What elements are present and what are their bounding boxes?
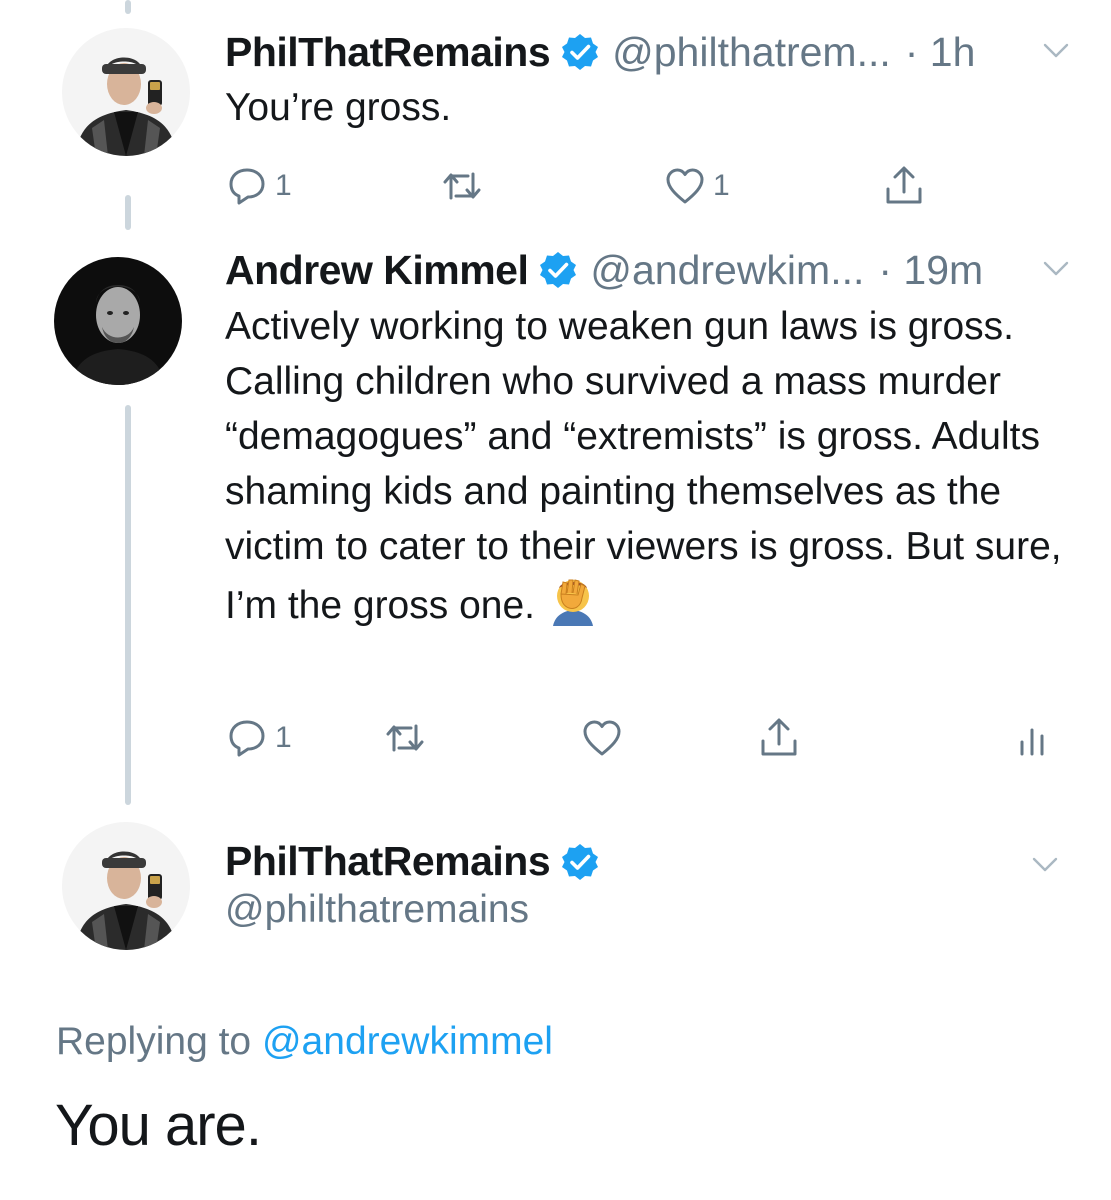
reply-button[interactable]: 1 [225, 716, 292, 760]
timestamp[interactable]: · 19m [878, 247, 983, 294]
share-icon [761, 718, 797, 756]
facepalm-emoji-icon [547, 574, 599, 626]
retweet-button[interactable] [440, 164, 490, 208]
share-icon [886, 166, 922, 204]
tweet-header: PhilThatRemains @philthatrem... · 1h [225, 26, 1071, 78]
avatar-andrewkimmel[interactable] [54, 257, 182, 385]
heart-icon [583, 720, 621, 756]
thread-line-top [125, 0, 131, 14]
focused-author: PhilThatRemains [225, 838, 612, 885]
avatar-photo [62, 28, 190, 156]
analytics-button[interactable] [1012, 716, 1056, 760]
tweet-text-body: Actively working to weaken gun laws is g… [225, 305, 1062, 627]
user-handle[interactable]: @philthatrem... [612, 29, 891, 76]
avatar-photo [62, 822, 190, 950]
timestamp[interactable]: · 1h [905, 29, 976, 76]
share-button[interactable] [882, 164, 926, 208]
replying-prefix: Replying to [56, 1020, 252, 1063]
tweet-text: Actively working to weaken gun laws is g… [225, 299, 1065, 633]
reply-count: 1 [275, 169, 292, 202]
chevron-down-icon[interactable] [1030, 850, 1060, 880]
like-count: 1 [713, 169, 730, 202]
display-name[interactable]: PhilThatRemains [225, 29, 551, 76]
heart-icon [666, 168, 704, 204]
like-button[interactable]: 1 [663, 164, 730, 208]
thread-line-middle [125, 195, 131, 230]
user-handle[interactable]: @andrewkim... [590, 247, 864, 294]
avatar-philthatremains[interactable] [62, 822, 190, 950]
chevron-down-icon[interactable] [1041, 36, 1071, 66]
like-button[interactable] [580, 716, 630, 760]
share-button[interactable] [757, 716, 801, 760]
replying-to: Replying to @andrewkimmel [56, 1020, 553, 1064]
focused-tweet-text: You are. [55, 1093, 262, 1158]
verified-badge-icon [560, 842, 600, 882]
avatar-photo [54, 257, 182, 385]
display-name[interactable]: PhilThatRemains [225, 838, 551, 885]
verified-badge-icon [560, 32, 600, 72]
retweet-icon [386, 724, 424, 752]
thread-line-bottom [125, 405, 131, 805]
retweet-button[interactable] [383, 716, 433, 760]
retweet-icon [443, 172, 481, 200]
reply-count: 1 [275, 721, 292, 754]
chevron-down-icon[interactable] [1041, 254, 1071, 284]
reply-icon [229, 720, 265, 757]
analytics-icon [1020, 728, 1044, 756]
reply-mention-link[interactable]: @andrewkimmel [262, 1020, 553, 1063]
reply-icon [229, 168, 265, 205]
avatar-philthatremains[interactable] [62, 28, 190, 156]
tweet-header: Andrew Kimmel @andrewkim... · 19m [225, 244, 1071, 296]
user-handle[interactable]: @philthatremains [225, 888, 529, 932]
tweet-text: You’re gross. [225, 86, 452, 129]
display-name[interactable]: Andrew Kimmel [225, 247, 529, 294]
verified-badge-icon [538, 250, 578, 290]
reply-button[interactable]: 1 [225, 164, 292, 208]
